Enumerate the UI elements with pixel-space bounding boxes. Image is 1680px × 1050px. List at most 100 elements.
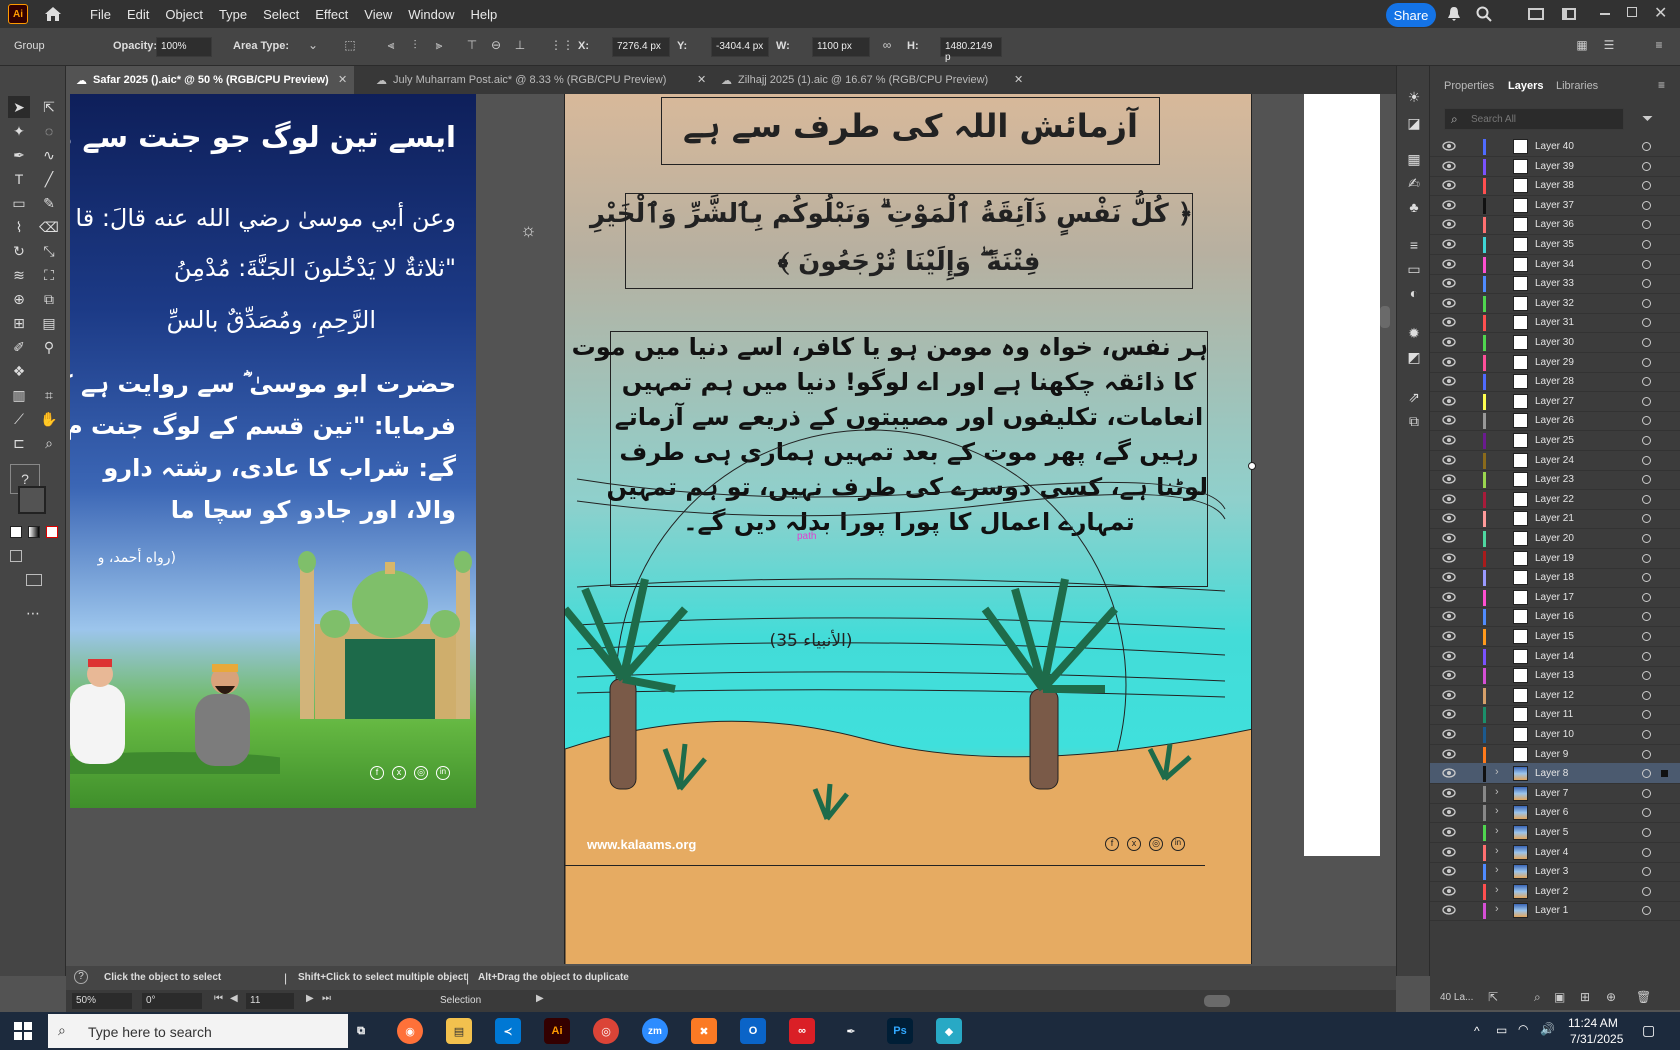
layer-name[interactable]: Layer 5 xyxy=(1535,827,1568,838)
file-explorer-icon[interactable]: ▤ xyxy=(446,1018,472,1044)
chevron-right-icon[interactable]: › xyxy=(1495,825,1499,837)
shape-builder-icon[interactable]: ⊕ xyxy=(8,288,30,310)
prev-artboard-icon[interactable]: ◀ xyxy=(230,993,238,1004)
layer-name[interactable]: Layer 24 xyxy=(1535,455,1574,466)
filter-icon[interactable]: ⏷ xyxy=(1642,110,1653,127)
layer-name[interactable]: Layer 33 xyxy=(1535,278,1574,289)
layer-row[interactable]: Layer 26 xyxy=(1430,410,1680,432)
bulb-handle-icon[interactable]: ☼ xyxy=(520,220,540,246)
make-clipping-mask-icon[interactable]: ▣ xyxy=(1554,990,1565,1004)
chevron-down-icon[interactable]: ⌄ xyxy=(304,38,322,56)
layer-row[interactable]: Layer 11 xyxy=(1430,704,1680,726)
workspace-icon[interactable] xyxy=(1528,8,1544,20)
taskbar-search-box[interactable]: ⌕ Type here to search xyxy=(48,1014,348,1048)
mesh-icon[interactable]: ⊞ xyxy=(8,312,30,334)
align-middle-icon[interactable]: ⊖ xyxy=(487,38,505,56)
layer-target-icon[interactable] xyxy=(1642,690,1651,700)
delete-layer-icon[interactable]: 🗑 xyxy=(1636,990,1651,1004)
tab-zilhajj[interactable]: ☁ Zilhajj 2025 (1).aic @ 16.67 % (RGB/CP… xyxy=(711,66,1016,94)
task-view-icon[interactable]: ⧉ xyxy=(348,1018,374,1044)
layer-name[interactable]: Layer 22 xyxy=(1535,494,1574,505)
layer-target-icon[interactable] xyxy=(1642,671,1651,681)
layer-target-icon[interactable] xyxy=(1642,749,1651,759)
layer-row[interactable]: Layer 25 xyxy=(1430,430,1680,451)
chevron-right-icon[interactable]: › xyxy=(1495,903,1499,915)
layer-target-icon[interactable] xyxy=(1642,279,1651,289)
volume-icon[interactable]: 🔊 xyxy=(1540,1022,1555,1036)
layer-row[interactable]: › Layer 7 xyxy=(1430,783,1680,804)
layer-name[interactable]: Layer 34 xyxy=(1535,259,1574,270)
eye-icon[interactable] xyxy=(1442,375,1456,387)
layer-name[interactable]: Layer 16 xyxy=(1535,611,1574,622)
layer-name[interactable]: Layer 3 xyxy=(1535,866,1568,877)
gradient-panel-icon[interactable]: ▭ xyxy=(1403,258,1425,280)
layer-name[interactable]: Layer 14 xyxy=(1535,651,1574,662)
layer-row[interactable]: Layer 12 xyxy=(1430,685,1680,706)
eye-icon[interactable] xyxy=(1442,571,1456,583)
layer-name[interactable]: Layer 1 xyxy=(1535,905,1568,916)
eye-icon[interactable] xyxy=(1442,454,1456,466)
stroke-icon[interactable]: ≡ xyxy=(1403,234,1425,256)
more-tools-icon[interactable]: ⋯ xyxy=(22,602,44,624)
transform-icon[interactable]: ⬚ xyxy=(341,38,359,56)
eye-icon[interactable] xyxy=(1442,846,1456,858)
search-icon[interactable] xyxy=(1476,6,1492,22)
type-tool-icon[interactable]: T xyxy=(8,168,30,190)
layer-row[interactable]: › Layer 4 xyxy=(1430,842,1680,863)
minimize-icon[interactable] xyxy=(1600,13,1610,15)
eye-icon[interactable] xyxy=(1442,179,1456,191)
eye-icon[interactable] xyxy=(1442,728,1456,740)
align-left-icon[interactable]: ⫷ xyxy=(382,38,400,56)
swatches-icon[interactable]: ▦ xyxy=(1403,148,1425,170)
align-bottom-icon[interactable]: ⊥ xyxy=(511,38,529,56)
layer-row[interactable]: Layer 24 xyxy=(1430,450,1680,471)
first-artboard-icon[interactable]: ⏮ xyxy=(214,993,223,1004)
selection-tool-icon[interactable]: ➤ xyxy=(8,96,30,118)
layer-target-icon[interactable] xyxy=(1642,906,1651,916)
shaper-icon[interactable]: ⌇ xyxy=(8,216,30,238)
firefox-icon[interactable]: ◉ xyxy=(397,1018,423,1044)
clock-time[interactable]: 11:24 AM xyxy=(1568,1016,1618,1030)
layer-name[interactable]: Layer 29 xyxy=(1535,357,1574,368)
layer-target-icon[interactable] xyxy=(1642,788,1651,798)
home-icon[interactable] xyxy=(42,3,64,25)
layer-row[interactable]: Layer 31 xyxy=(1430,312,1680,334)
notifications-icon[interactable]: ▢ xyxy=(1642,1022,1655,1039)
layer-name[interactable]: Layer 30 xyxy=(1535,337,1574,348)
layer-target-icon[interactable] xyxy=(1642,886,1651,896)
transparency-icon[interactable]: ◐ xyxy=(1403,282,1425,304)
layer-row[interactable]: Layer 23 xyxy=(1430,469,1680,491)
layer-name[interactable]: Layer 6 xyxy=(1535,807,1568,818)
layer-name[interactable]: Layer 11 xyxy=(1535,709,1573,720)
vertical-scrollbar-thumb[interactable] xyxy=(1380,306,1390,328)
layer-row[interactable]: Layer 36 xyxy=(1430,214,1680,236)
artboard-right[interactable] xyxy=(1304,94,1380,856)
layer-name[interactable]: Layer 32 xyxy=(1535,298,1574,309)
layer-target-icon[interactable] xyxy=(1642,318,1651,328)
bell-icon[interactable] xyxy=(1446,6,1462,22)
layer-name[interactable]: Layer 9 xyxy=(1535,749,1568,760)
layer-row[interactable]: Layer 17 xyxy=(1430,587,1680,608)
gradient-mode-icon[interactable] xyxy=(28,526,40,538)
layer-row[interactable]: Layer 27 xyxy=(1430,391,1680,412)
canvas[interactable]: ایسے تین لوگ جو جنت سے م وعن أبي موسىٰ ر… xyxy=(66,94,1380,964)
eye-icon[interactable] xyxy=(1442,787,1456,799)
layer-row[interactable]: Layer 9 xyxy=(1430,744,1680,765)
rectangle-tool-icon[interactable]: ▭ xyxy=(8,192,30,214)
pen-tool-icon[interactable]: ✒ xyxy=(8,144,30,166)
layer-target-icon[interactable] xyxy=(1642,847,1651,857)
close-icon[interactable]: ✕ xyxy=(697,73,706,86)
layer-name[interactable]: Layer 36 xyxy=(1535,219,1574,230)
layer-row[interactable]: › Layer 3 xyxy=(1430,861,1680,883)
layer-target-icon[interactable] xyxy=(1642,651,1651,661)
layer-target-icon[interactable] xyxy=(1642,494,1651,504)
menu-select[interactable]: Select xyxy=(263,7,299,22)
eye-icon[interactable] xyxy=(1442,512,1456,524)
layer-name[interactable]: Layer 19 xyxy=(1535,553,1574,564)
hand-tool-icon[interactable]: ✋ xyxy=(38,408,60,430)
share-button[interactable]: Share xyxy=(1386,3,1436,27)
appearance-icon[interactable]: ✹ xyxy=(1403,322,1425,344)
close-window-icon[interactable]: ✕ xyxy=(1654,3,1667,23)
free-transform-icon[interactable]: ⛶ xyxy=(38,264,60,286)
eye-icon[interactable] xyxy=(1442,826,1456,838)
